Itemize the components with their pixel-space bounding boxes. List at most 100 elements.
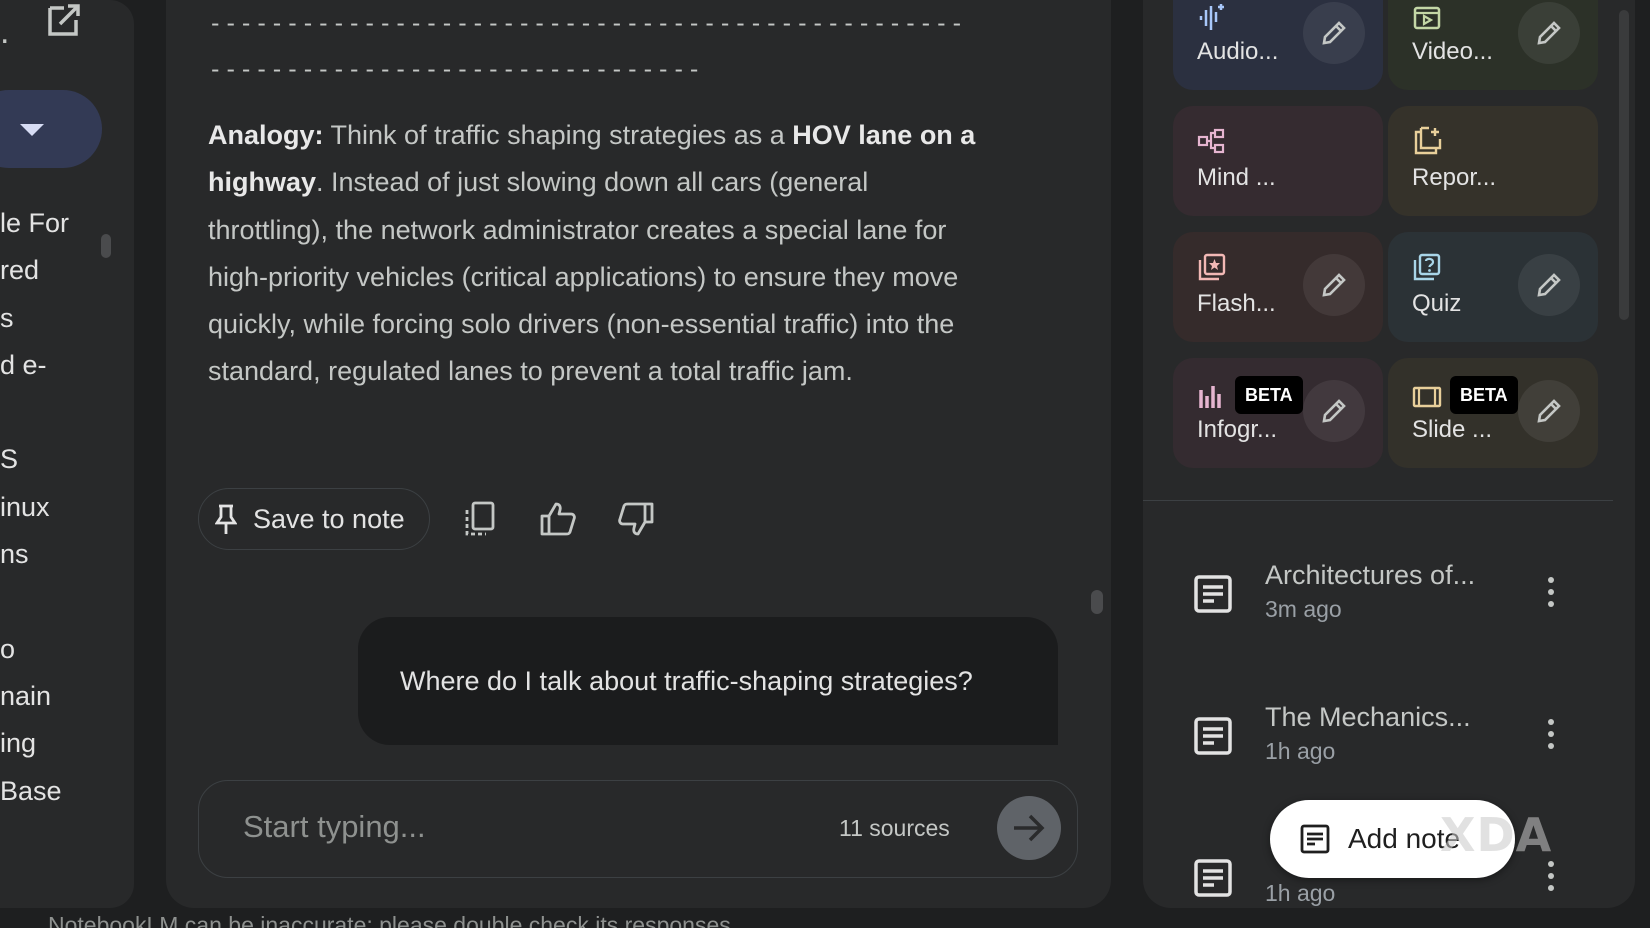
source-item[interactable]: ing <box>0 720 69 767</box>
source-item[interactable] <box>0 389 69 436</box>
sources-count: 11 sources <box>839 815 950 841</box>
caret-down-icon <box>20 124 44 136</box>
source-item[interactable]: s <box>0 295 69 342</box>
edit-button[interactable] <box>1303 254 1365 316</box>
pencil-icon <box>1537 273 1561 297</box>
slides-tile[interactable]: BETA Slide ... <box>1388 358 1598 468</box>
more-vert-icon[interactable] <box>1541 574 1561 610</box>
note-time: 1h ago <box>1265 738 1336 764</box>
edit-button[interactable] <box>1303 380 1365 442</box>
note-time: 1h ago <box>1265 880 1336 906</box>
source-item[interactable]: o <box>0 626 69 673</box>
source-item[interactable]: red <box>0 247 69 294</box>
source-item[interactable] <box>0 578 69 625</box>
mind-map-tile[interactable]: Mind ... <box>1173 106 1383 216</box>
scrollbar-thumb[interactable] <box>101 234 111 258</box>
pencil-icon <box>1322 21 1346 45</box>
source-item[interactable]: d e- <box>0 342 69 389</box>
note-time: 3m ago <box>1265 596 1342 622</box>
studio-scrollbar[interactable] <box>1619 10 1629 320</box>
composer-placeholder[interactable]: Start typing... <box>243 809 426 845</box>
note-icon <box>1194 717 1232 755</box>
mind-map-icon <box>1197 128 1225 154</box>
answer-text: Think of traffic shaping strategies as a <box>323 120 793 150</box>
infographic-tile[interactable]: BETA Infogr... <box>1173 358 1383 468</box>
user-message-bubble: Where do I talk about traffic-shaping st… <box>358 617 1058 745</box>
note-title: The Mechanics... <box>1265 702 1471 732</box>
chat-panel: ----------------------------------------… <box>166 0 1111 908</box>
disclaimer-footer: NotebookLM can be inaccurate; please dou… <box>48 912 738 928</box>
chat-scrollbar-thumb[interactable] <box>1091 590 1103 614</box>
note-icon <box>1194 575 1232 613</box>
panel-title-fragment: . <box>0 13 10 51</box>
thumbs-up-icon <box>540 502 576 536</box>
open-in-new-icon[interactable] <box>44 2 82 40</box>
copy-button[interactable] <box>452 491 508 547</box>
user-message-text: Where do I talk about traffic-shaping st… <box>400 665 973 696</box>
send-button[interactable] <box>997 796 1061 860</box>
source-item[interactable]: Base <box>0 768 69 815</box>
audio-icon <box>1199 4 1224 30</box>
reports-tile[interactable]: Repor... <box>1388 106 1598 216</box>
infographic-icon <box>1199 386 1221 408</box>
flashcards-tile[interactable]: Flash... <box>1173 232 1383 342</box>
video-icon <box>1413 6 1441 30</box>
studio-panel: Audio... Video... Mind ... Repor... Flas… <box>1143 0 1635 908</box>
save-to-note-button[interactable]: Save to note <box>198 488 430 550</box>
divider-dashes: ----------------------------------------… <box>208 9 966 83</box>
note-icon <box>1194 859 1232 897</box>
pencil-icon <box>1537 21 1561 45</box>
note-item[interactable]: The Mechanics... 1h ago <box>1193 702 1593 782</box>
studio-divider <box>1143 500 1613 501</box>
tile-label: Mind ... <box>1197 164 1276 191</box>
tile-label: Slide ... <box>1412 416 1493 443</box>
answer-actions: Save to note <box>198 488 664 550</box>
tile-label: Audio... <box>1197 38 1279 65</box>
analogy-label: Analogy: <box>208 120 324 150</box>
edit-button[interactable] <box>1518 254 1580 316</box>
pin-icon <box>215 504 237 534</box>
quiz-icon <box>1413 253 1441 281</box>
source-item[interactable]: le For <box>0 200 69 247</box>
more-vert-icon[interactable] <box>1541 716 1561 752</box>
video-overview-tile[interactable]: Video... <box>1388 0 1598 90</box>
tile-label: Repor... <box>1412 164 1497 191</box>
more-vert-icon[interactable] <box>1541 858 1561 894</box>
beta-badge: BETA <box>1235 376 1303 414</box>
source-item[interactable]: inux <box>0 484 69 531</box>
pencil-icon <box>1537 399 1561 423</box>
note-item[interactable]: Architectures of... 3m ago <box>1193 560 1593 640</box>
edit-button[interactable] <box>1518 2 1580 64</box>
source-item[interactable]: S <box>0 436 69 483</box>
arrow-right-icon <box>1014 814 1045 842</box>
tile-label: Infogr... <box>1197 416 1278 443</box>
source-list: le For red s d e- S inux ns o nain ing B… <box>0 200 69 815</box>
copy-icon <box>465 501 495 536</box>
source-item[interactable]: nain <box>0 673 69 720</box>
note-add-icon <box>1300 824 1330 854</box>
chat-composer[interactable]: Start typing... 11 sources <box>198 780 1078 878</box>
edit-button[interactable] <box>1303 2 1365 64</box>
report-icon <box>1414 126 1442 155</box>
beta-badge: BETA <box>1450 376 1518 414</box>
edit-button[interactable] <box>1518 380 1580 442</box>
source-dropdown-button[interactable] <box>0 90 102 168</box>
source-item[interactable]: ns <box>0 531 69 578</box>
slides-icon <box>1412 386 1442 408</box>
thumbs-up-button[interactable] <box>530 491 586 547</box>
audio-overview-tile[interactable]: Audio... <box>1173 0 1383 90</box>
pencil-icon <box>1322 273 1346 297</box>
quiz-tile[interactable]: Quiz <box>1388 232 1598 342</box>
thumbs-down-icon <box>617 502 654 536</box>
assistant-answer: Analogy: Think of traffic shaping strate… <box>208 112 978 396</box>
note-title: Architectures of... <box>1265 560 1476 590</box>
xda-watermark: XDA <box>1440 808 1553 862</box>
notebook-page: . le For red s d e- S inux ns o nain ing… <box>0 0 1650 928</box>
flashcards-icon <box>1198 253 1226 281</box>
tile-label: Flash... <box>1197 290 1276 317</box>
tile-label: Quiz <box>1412 290 1462 317</box>
save-to-note-label: Save to note <box>253 503 405 534</box>
tile-label: Video... <box>1412 38 1493 65</box>
sources-panel: . le For red s d e- S inux ns o nain ing… <box>0 0 134 908</box>
thumbs-down-button[interactable] <box>608 491 664 547</box>
